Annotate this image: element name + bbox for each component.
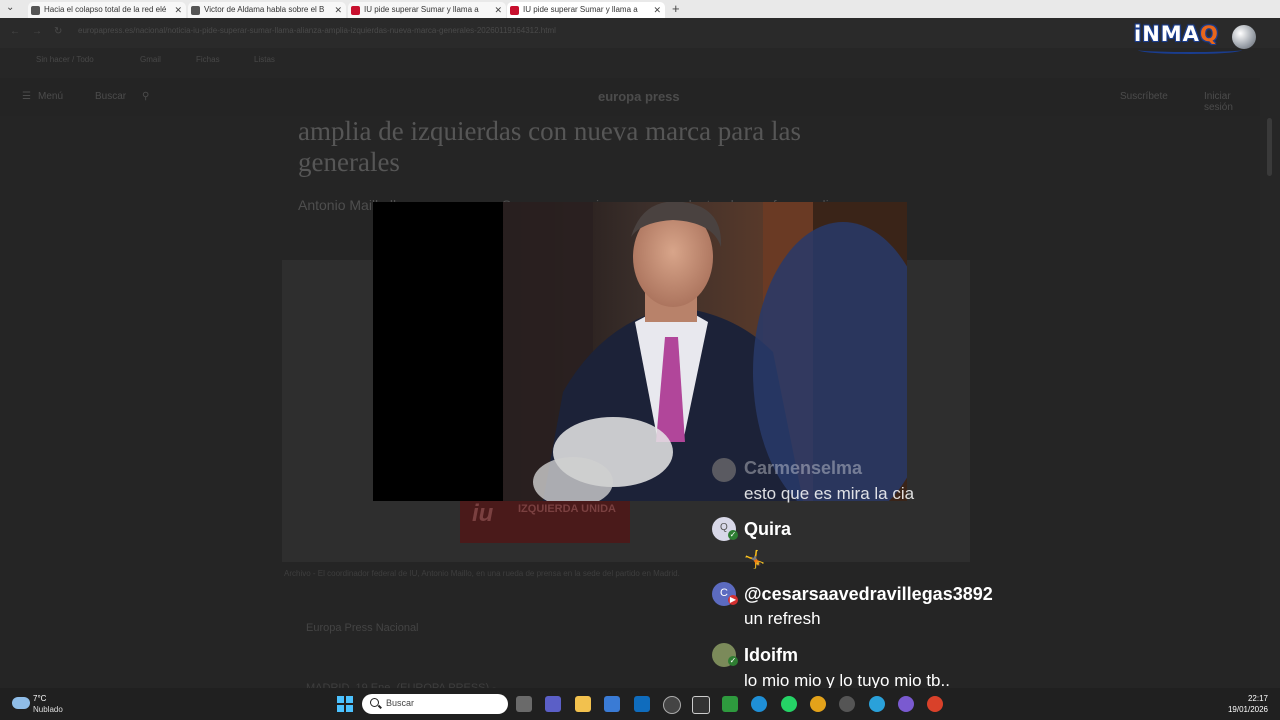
system-clock[interactable]: 22:17 19/01/2026 (1228, 693, 1268, 715)
tab-2[interactable]: Victor de Aldama habla sobre el B ✕ (188, 2, 346, 18)
bookmark-item[interactable]: Listas (254, 55, 275, 64)
iu-sign-text: IZQUIERDA UNIDA (518, 503, 616, 515)
tab-title: Hacia el colapso total de la red elé (44, 5, 167, 14)
chat-author: Carmenselma (744, 458, 863, 478)
doc-icon (31, 6, 40, 15)
browser-tab-strip: ⌄ Hacia el colapso total de la red elé ✕… (0, 0, 1280, 18)
bookmark-item[interactable]: Sin hacer / Todo (36, 55, 94, 64)
outlook-icon[interactable] (634, 696, 650, 712)
verified-badge-icon: ✓ (728, 530, 738, 540)
site-menu-link[interactable]: Menú (38, 91, 63, 102)
weather-description[interactable]: Nublado (33, 705, 63, 714)
taskbar-search-box[interactable]: Buscar (362, 694, 508, 714)
avatar-letter: Q (720, 522, 728, 533)
logo-text: iNMAQ (1134, 22, 1219, 46)
tab-title: Victor de Aldama habla sobre el B (204, 5, 325, 14)
page-scrollbar[interactable] (1267, 118, 1272, 176)
avatar (712, 458, 736, 482)
weather-temperature[interactable]: 7°C (33, 694, 46, 703)
close-tab-icon[interactable]: ✕ (174, 2, 182, 18)
avatar-letter: C (720, 587, 728, 599)
chat-text: esto que es mira la cia (744, 484, 915, 503)
chat-author: @cesarsaavedravillegas3892 (744, 584, 993, 604)
europapress-icon (351, 6, 360, 15)
close-tab-icon[interactable]: ✕ (653, 2, 661, 18)
clock-time: 22:17 (1247, 694, 1268, 703)
unity-icon[interactable] (692, 696, 710, 714)
tab-title: IU pide superar Sumar y llama a (523, 5, 638, 14)
inmaq-logo: iNMAQ (1134, 22, 1260, 54)
article-byline: Europa Press Nacional (306, 622, 419, 634)
task-view-icon[interactable] (516, 696, 532, 712)
europapress-icon (510, 6, 519, 15)
iu-sign-logo: iu (472, 500, 494, 527)
site-logo[interactable]: europa press (598, 89, 680, 104)
bookmark-item[interactable]: Fichas (196, 55, 220, 64)
store-icon[interactable] (604, 696, 620, 712)
camtasia-icon[interactable] (722, 696, 738, 712)
chat-text: un refresh (744, 609, 821, 628)
windows-taskbar: 7°C Nublado Buscar 22:17 19/01/2026 (0, 688, 1280, 720)
address-bar-row: ←→↻ europapress.es/nacional/noticia-iu-p… (0, 18, 1280, 48)
bookmark-item[interactable]: Gmail (140, 55, 161, 64)
tab-title: IU pide superar Sumar y llama a (364, 5, 479, 14)
close-tab-icon[interactable]: ✕ (494, 2, 502, 18)
clock-app-icon[interactable] (663, 696, 681, 714)
clock-date: 19/01/2026 (1227, 705, 1268, 714)
article-headline: amplia de izquierdas con nueva marca par… (298, 116, 802, 177)
tab-1[interactable]: Hacia el colapso total de la red elé ✕ (28, 2, 186, 18)
chat-author: Quira (744, 519, 792, 539)
teams-icon[interactable] (545, 696, 561, 712)
bookmarks-bar: Sin hacer / Todo Gmail Fichas Listas (0, 48, 1280, 72)
logo-globe-icon (1232, 25, 1256, 49)
menu-icon[interactable]: ☰ (22, 91, 31, 102)
tab-3[interactable]: IU pide superar Sumar y llama a ✕ (348, 2, 506, 18)
site-search-link[interactable]: Buscar (95, 91, 126, 102)
logo-swoosh (1138, 46, 1242, 54)
live-chat-overlay: Carmenselma esto que es mira la cia Q ✓ … (704, 450, 1024, 690)
url-field[interactable]: europapress.es/nacional/noticia-iu-pide-… (78, 26, 768, 40)
telegram-icon[interactable] (869, 696, 885, 712)
chat-author: Idoifm (744, 645, 798, 665)
site-login-link[interactable]: Iniciar sesión (1204, 91, 1260, 113)
tab-4-active[interactable]: IU pide superar Sumar y llama a ✕ (507, 2, 665, 18)
nav-buttons-icon[interactable]: ←→↻ (10, 26, 74, 37)
site-header: ☰ Menú Buscar ⚲ europa press Suscríbete … (0, 78, 1260, 116)
cloud-icon[interactable] (12, 697, 30, 709)
youtube-badge-icon: ▶ (728, 595, 738, 605)
search-placeholder: Buscar (386, 698, 415, 708)
tab-list-chevron-icon[interactable]: ⌄ (6, 2, 14, 13)
search-icon (370, 698, 379, 707)
whatsapp-icon[interactable] (781, 696, 797, 712)
chrome-icon[interactable] (810, 696, 826, 712)
obs-icon[interactable] (839, 696, 855, 712)
verified-badge-icon: ✓ (728, 656, 738, 666)
site-register-link[interactable]: Suscríbete (1120, 91, 1168, 102)
windows-start-icon[interactable] (337, 696, 353, 712)
chat-emoji: 🤸 (744, 550, 766, 569)
new-tab-plus-icon[interactable]: + (672, 1, 680, 16)
app-icon[interactable] (898, 696, 914, 712)
record-icon[interactable] (927, 696, 943, 712)
file-explorer-icon[interactable] (575, 696, 591, 712)
search-icon[interactable]: ⚲ (142, 91, 149, 102)
edge-icon[interactable] (751, 696, 767, 712)
doc-icon (191, 6, 200, 15)
close-tab-icon[interactable]: ✕ (334, 2, 342, 18)
